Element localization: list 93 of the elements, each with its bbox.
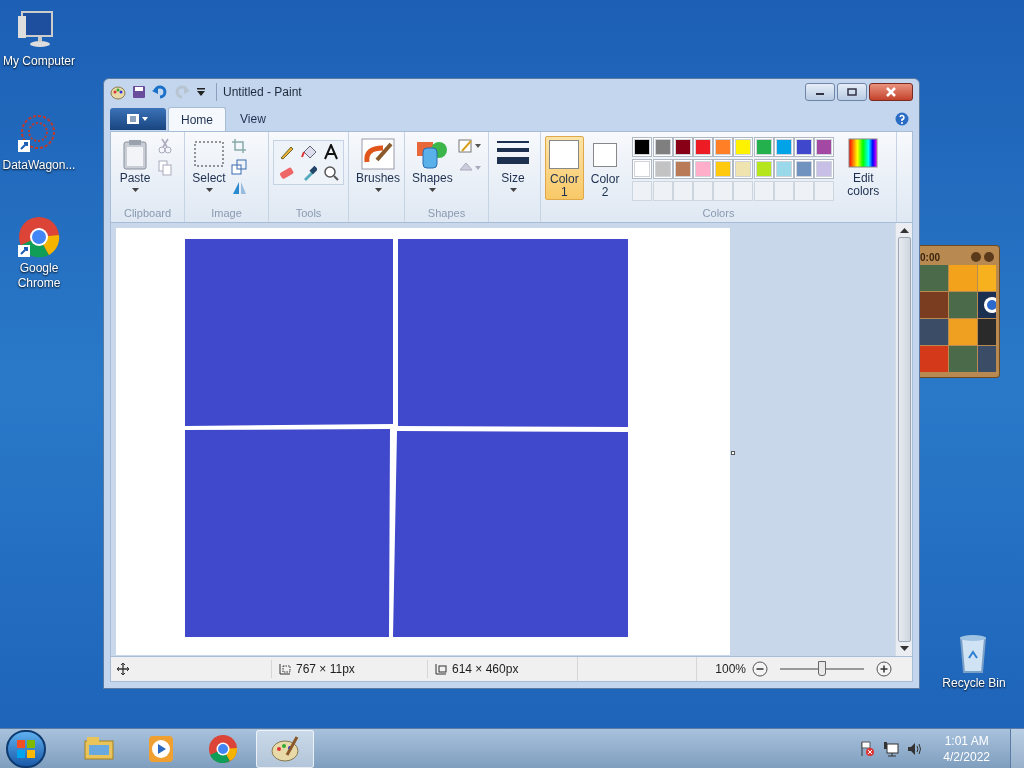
palette-swatch[interactable] — [674, 139, 691, 155]
save-icon[interactable] — [132, 85, 146, 99]
document-menu-icon — [126, 113, 150, 125]
color-slot-button[interactable]: Color 1 — [545, 136, 584, 200]
palette-swatch[interactable] — [715, 161, 732, 177]
group-label: Colors — [701, 206, 736, 221]
scroll-down-icon[interactable] — [899, 646, 909, 652]
dropdown-caret-icon — [509, 188, 517, 193]
palette-swatch[interactable] — [735, 161, 752, 177]
rotate-icon[interactable] — [231, 180, 247, 196]
image-size-text: 614 × 460px — [452, 661, 519, 678]
close-icon — [885, 87, 897, 97]
palette-swatch[interactable] — [654, 161, 671, 177]
desktop-icon-label[interactable]: Recycle Bin — [942, 676, 1006, 691]
browser-icon — [207, 732, 239, 765]
desktop-icon-label[interactable]: DataWagon... — [2, 158, 76, 173]
color-slot-button[interactable]: Color 2 — [585, 136, 625, 200]
ribbon-button[interactable]: Paste — [115, 136, 155, 206]
cursor-position-icon — [117, 663, 129, 675]
palette-swatch[interactable] — [755, 161, 772, 177]
palette-swatch[interactable] — [634, 161, 651, 177]
dropdown-caret-icon — [374, 188, 382, 193]
palette-swatch[interactable] — [674, 161, 691, 177]
window-title: Untitled - Paint — [216, 83, 799, 101]
scroll-up-icon[interactable] — [899, 227, 909, 233]
gadget-controls-icon[interactable] — [970, 251, 996, 263]
vertical-scrollbar[interactable] — [895, 223, 912, 656]
ribbon-tab[interactable]: Home — [168, 107, 226, 131]
zoom-level-text: 100% — [715, 661, 746, 678]
text-tool-icon[interactable] — [323, 144, 340, 160]
crop-icon[interactable] — [231, 138, 247, 154]
palette-swatch[interactable] — [796, 139, 813, 155]
close-button[interactable] — [869, 83, 913, 101]
palette-swatch[interactable] — [775, 139, 792, 155]
paint-app-icon[interactable] — [110, 84, 126, 100]
ribbon-tab[interactable]: View — [228, 107, 278, 131]
copy-icon[interactable] — [157, 160, 173, 176]
dashed-rectangle-icon — [192, 138, 226, 170]
palette-swatch[interactable] — [695, 139, 712, 155]
rainbow-palette-icon — [847, 138, 880, 170]
windows-logo-icon — [16, 738, 36, 759]
palette-swatch[interactable] — [755, 139, 772, 155]
show-desktop-button[interactable] — [1010, 729, 1024, 768]
palette-swatch[interactable] — [695, 161, 712, 177]
ribbon-button[interactable]: Brushes — [353, 136, 404, 206]
ribbon-button[interactable]: Edit colors — [834, 136, 892, 206]
undo-icon[interactable] — [152, 85, 168, 99]
pencil-icon[interactable] — [278, 144, 294, 160]
paintbrush-icon — [361, 138, 395, 170]
palette-swatch[interactable] — [775, 161, 792, 177]
minimize-button[interactable] — [805, 83, 835, 101]
palette-swatch[interactable] — [654, 139, 671, 155]
start-button[interactable] — [6, 729, 46, 768]
zoom-slider-thumb[interactable] — [818, 661, 826, 676]
group-label: Image — [210, 206, 243, 221]
puzzle-tiles-drawing[interactable] — [920, 265, 996, 373]
action-center-flag-icon[interactable] — [859, 740, 876, 757]
desktop-icon-label[interactable]: My Computer — [3, 54, 75, 69]
dropdown-caret-icon — [131, 188, 139, 193]
palette-swatch[interactable] — [816, 139, 833, 155]
network-icon[interactable] — [883, 740, 900, 757]
ribbon-button[interactable]: Select — [189, 136, 229, 206]
scissors-icon[interactable] — [157, 138, 173, 154]
palette-swatch[interactable] — [816, 161, 833, 177]
help-icon[interactable] — [895, 112, 909, 126]
selection-size-text: 767 × 11px — [296, 661, 355, 678]
image-size-icon — [434, 662, 448, 676]
zoom-in-icon[interactable] — [876, 661, 892, 677]
taskbar-app-button[interactable] — [256, 729, 314, 768]
restore-icon — [847, 88, 857, 96]
group-label: Clipboard — [122, 206, 173, 221]
group-label: Tools — [294, 206, 323, 221]
fill-bucket-icon[interactable] — [300, 144, 317, 160]
restore-button[interactable] — [837, 83, 867, 101]
dropdown-caret-icon — [205, 188, 213, 193]
palette-swatch[interactable] — [715, 139, 732, 155]
customize-dropdown-icon[interactable] — [196, 87, 206, 97]
palette-swatch[interactable] — [796, 161, 813, 177]
palette-swatch[interactable] — [735, 139, 752, 155]
selection-size-icon — [278, 662, 292, 676]
desktop-icon-label[interactable]: Google Chrome — [0, 261, 78, 291]
zoom-out-icon[interactable] — [752, 661, 768, 677]
group-label: Shapes — [426, 206, 467, 221]
resize-handle[interactable] — [731, 451, 735, 455]
palette-swatch[interactable] — [634, 139, 651, 155]
resize-icon[interactable] — [231, 159, 247, 175]
ribbon-button[interactable]: Size — [493, 136, 533, 206]
file-menu-button[interactable] — [110, 108, 166, 130]
dropdown-caret-icon — [428, 188, 436, 193]
timer-text: 0:00 — [920, 250, 940, 265]
ribbon-button[interactable]: Shapes — [409, 136, 456, 206]
magnifier-icon[interactable] — [323, 165, 340, 181]
outline-icon[interactable] — [457, 138, 482, 154]
